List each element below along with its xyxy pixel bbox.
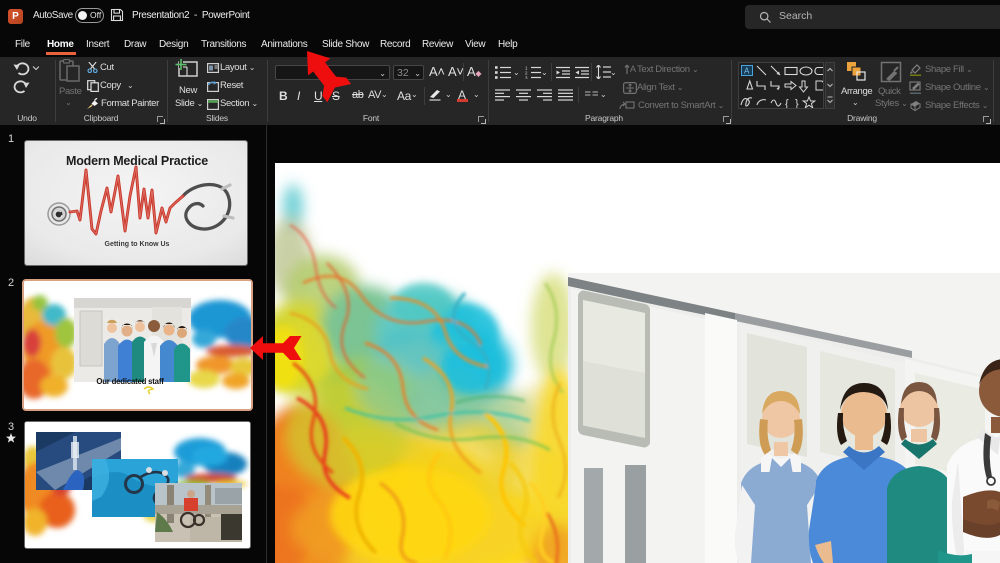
svg-text:A: A [630, 64, 636, 74]
svg-text:}: } [795, 98, 799, 108]
svg-text:A: A [744, 67, 750, 76]
svg-text:3: 3 [525, 76, 528, 79]
svg-text:Our dedicated staff: Our dedicated staff [96, 377, 164, 386]
svg-text:Getting to Know Us: Getting to Know Us [105, 241, 170, 248]
svg-text:Modern Medical Practice: Modern Medical Practice [66, 154, 208, 168]
svg-text:{: { [785, 98, 789, 108]
